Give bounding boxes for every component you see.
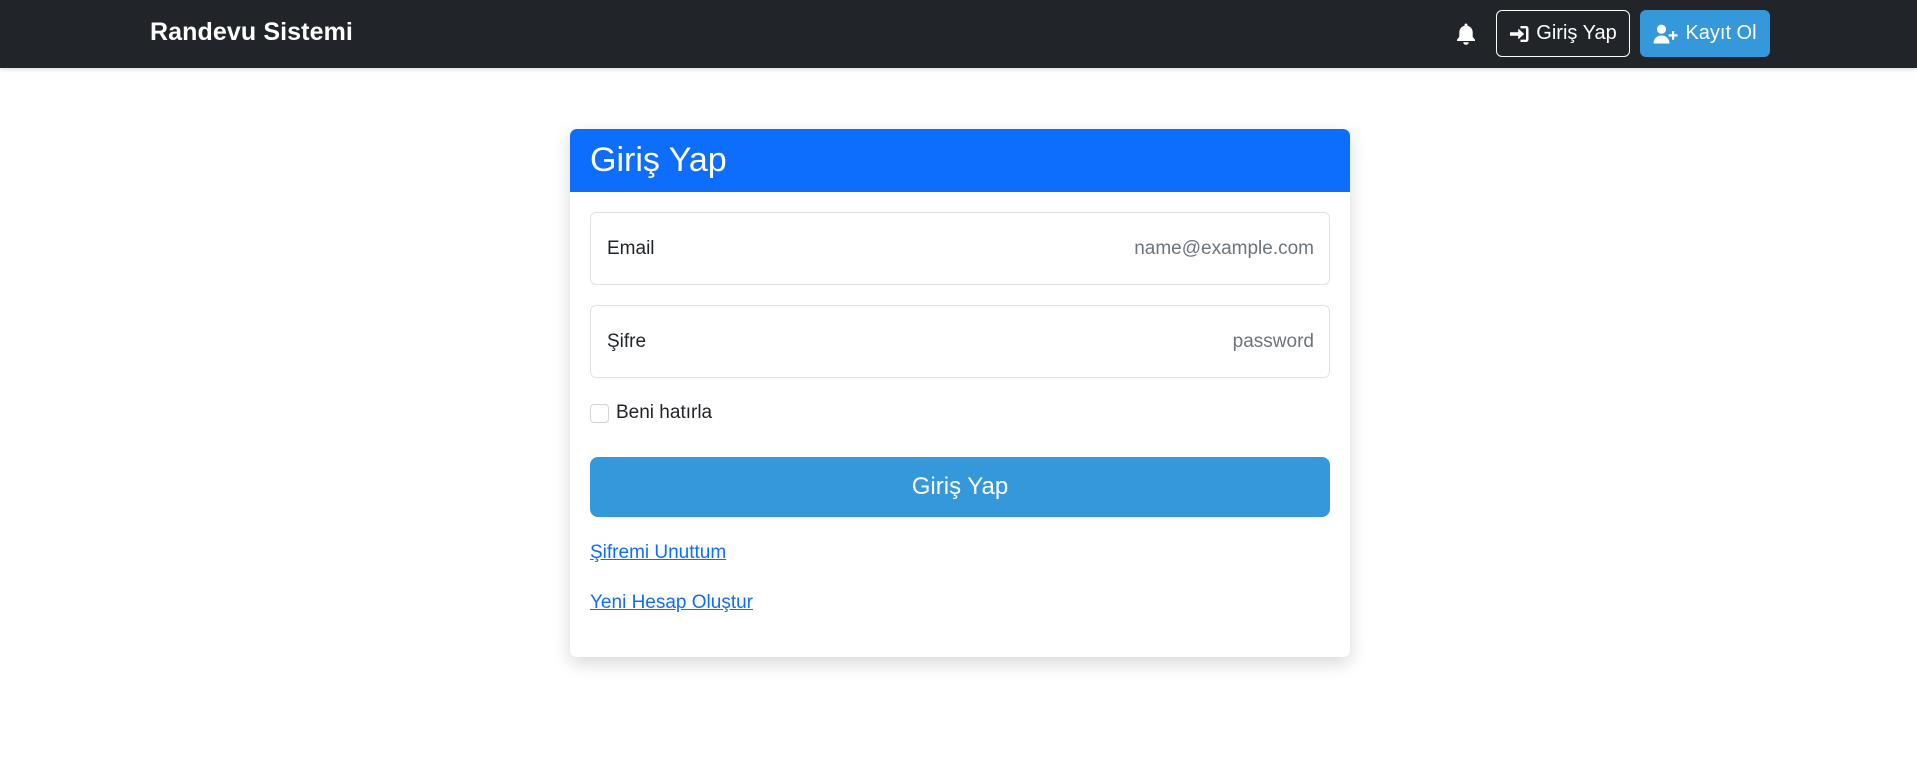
password-field[interactable]: Şifre [590,305,1330,378]
remember-me: Beni hatırla [590,402,712,424]
remember-label[interactable]: Beni hatırla [616,402,712,424]
user-plus-icon [1653,24,1679,44]
sign-in-icon [1509,24,1530,44]
register-nav-button[interactable]: Kayıt Ol [1640,10,1770,57]
register-nav-label: Kayıt Ol [1685,22,1757,44]
password-input[interactable] [914,324,1314,360]
email-input[interactable] [914,231,1314,267]
bell-icon[interactable] [1455,22,1477,46]
remember-checkbox[interactable] [590,403,609,423]
card-title: Giriş Yap [590,141,727,179]
create-account-link[interactable]: Yeni Hesap Oluştur [590,592,753,614]
brand-title[interactable]: Randevu Sistemi [150,18,353,47]
login-nav-button[interactable]: Giriş Yap [1496,10,1630,57]
card-header: Giriş Yap [570,129,1350,192]
login-nav-label: Giriş Yap [1536,22,1617,44]
password-label: Şifre [607,331,647,352]
top-navbar: Randevu Sistemi Giriş Yap Kayıt Ol [0,0,1917,68]
email-field[interactable]: Email [590,212,1330,285]
login-submit-button[interactable]: Giriş Yap [590,457,1330,517]
email-label: Email [607,238,655,259]
forgot-password-link[interactable]: Şifremi Unuttum [590,542,726,564]
login-card: Giriş Yap Email Şifre Beni hatırla Giriş… [570,129,1350,657]
